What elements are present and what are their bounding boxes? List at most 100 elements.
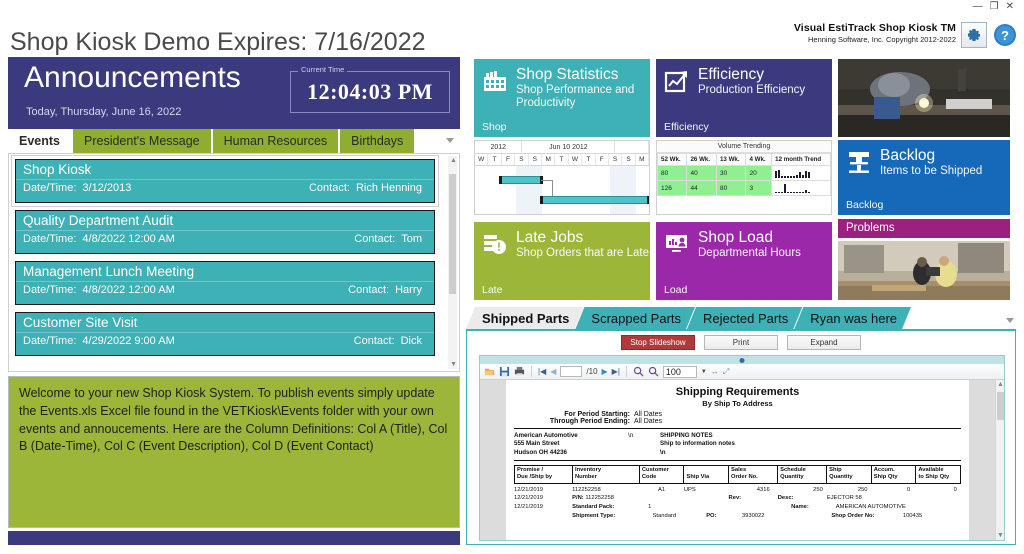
tile-backlog[interactable]: Backlog Items to be Shipped Backlog <box>838 140 1010 215</box>
zoom-out-icon[interactable] <box>648 366 659 377</box>
tab-shipped-parts[interactable]: Shipped Parts <box>466 307 583 329</box>
save-icon[interactable] <box>499 366 510 377</box>
zoom-in-icon[interactable] <box>633 366 644 377</box>
table-row: 80 40 30 20 <box>657 165 831 181</box>
period-start-label: For Period Starting: <box>564 411 630 418</box>
gantt-bar[interactable] <box>540 196 649 204</box>
previous-page-icon[interactable]: ◀ <box>550 367 556 376</box>
current-time-value: 12:04:03 PM <box>307 79 433 104</box>
report-subtitle: By Ship To Address <box>702 399 773 408</box>
vt-cell: 44 <box>686 180 717 196</box>
event-card[interactable]: Quality Department Audit Date/Time: 4/8/… <box>15 210 435 254</box>
minimize-icon[interactable]: — <box>973 2 987 12</box>
announcements-date: Today, Thursday, June 16, 2022 <box>26 106 182 118</box>
viewer-grip[interactable] <box>480 356 1004 364</box>
tab-ryan-was-here[interactable]: Ryan was here <box>794 307 911 329</box>
next-page-icon[interactable]: ▶ <box>602 367 608 376</box>
event-contact-value: Dick <box>400 335 422 347</box>
volume-trending-table: 52 Wk. 26 Wk. 13 Wk. 4 Wk. 12 month Tren… <box>657 153 831 196</box>
tab-presidents-message[interactable]: President's Message <box>73 129 211 153</box>
brand-title: Visual EstiTrack Shop Kiosk TM <box>793 22 956 34</box>
viewer-toolbar[interactable]: |◀ ◀ /10 ▶ ▶| 100 ▼ ↔ ⤢ <box>480 364 1004 380</box>
restore-icon[interactable]: ❐ <box>990 2 1003 12</box>
tab-human-resources[interactable]: Human Resources <box>212 129 339 153</box>
tile-late-jobs[interactable]: Late Jobs Shop Orders that are Late Late <box>474 222 650 300</box>
expand-button[interactable]: Expand <box>787 335 861 350</box>
event-card[interactable]: Shop Kiosk Date/Time: 3/12/2013 Contact:… <box>11 155 439 207</box>
page-scrollbar[interactable]: ▲ ▼ <box>995 380 1004 540</box>
fit-width-icon[interactable]: ↔ <box>711 367 719 376</box>
gantt-preview[interactable]: 2012 Jun 10 2012 W T F S S M T W T F S S <box>474 140 650 215</box>
event-date-label: Date/Time: <box>23 335 77 347</box>
event-title: Quality Department Audit <box>16 211 434 231</box>
page-number-input[interactable] <box>560 366 583 377</box>
tile-footer: Shop <box>482 121 507 133</box>
kiosk-window: — ❐ ✕ Visual EstiTrack Shop Kiosk TM Hen… <box>0 0 1024 554</box>
report-address-block: American Automotive 555 Main Street Huds… <box>514 432 961 457</box>
vt-col: 12 month Trend <box>771 153 831 166</box>
doc-tabs-overflow-icon[interactable] <box>1006 318 1014 323</box>
tile-efficiency[interactable]: Efficiency Production Efficiency Efficie… <box>656 59 832 137</box>
desc-value: EJECTOR 58 <box>826 495 862 502</box>
col-ship-via: Ship Via <box>683 465 730 484</box>
tab-rejected-parts[interactable]: Rejected Parts <box>687 307 802 329</box>
fit-page-icon[interactable]: ⤢ <box>723 367 729 377</box>
shipment-type-label: Shipment Type: <box>572 512 616 519</box>
events-scrollbar[interactable]: ▲ ▼ <box>448 156 457 369</box>
table-row: 12/21/2019 P/N: 112252258 Rev: Desc: EJE… <box>514 494 961 503</box>
tab-scrapped-parts[interactable]: Scrapped Parts <box>575 307 695 329</box>
print-icon[interactable] <box>514 366 525 377</box>
shipment-type-value: Standard <box>652 512 677 519</box>
document-tabs[interactable]: Shipped Parts Scrapped Parts Rejected Pa… <box>466 307 1016 329</box>
zoom-dropdown-icon[interactable]: ▼ <box>701 369 707 375</box>
scroll-up-icon[interactable]: ▲ <box>450 157 457 164</box>
gantt-day: M <box>636 154 649 165</box>
document-buttons[interactable]: Stop Slideshow Print Expand <box>467 335 1015 350</box>
page-scroll-down-icon[interactable]: ▼ <box>997 532 1004 539</box>
event-date-value: 3/12/2013 <box>82 182 132 194</box>
announcements-heading: Announcements <box>24 61 241 94</box>
vt-sparkline <box>771 165 831 181</box>
page-scroll-up-icon[interactable]: ▲ <box>997 381 1004 388</box>
zoom-level-input[interactable]: 100 <box>662 365 697 378</box>
close-icon[interactable]: ✕ <box>1006 2 1018 12</box>
stop-slideshow-button[interactable]: Stop Slideshow <box>621 335 695 350</box>
tile-grid: Shop Statistics Shop Performance and Pro… <box>466 52 1016 305</box>
notes-title: SHIPPING NOTES <box>660 432 713 439</box>
open-folder-icon[interactable] <box>484 366 495 377</box>
press-icon <box>846 150 872 179</box>
tile-shop-statistics[interactable]: Shop Statistics Shop Performance and Pro… <box>474 59 650 137</box>
announcements-header: Announcements Today, Thursday, June 16, … <box>8 57 460 129</box>
print-button[interactable]: Print <box>704 335 778 350</box>
announcement-tabs[interactable]: Events President's Message Human Resourc… <box>8 129 460 154</box>
tab-events[interactable]: Events <box>8 129 71 153</box>
grip-dot <box>739 358 745 363</box>
col-inventory-number: Inventory Number <box>571 465 640 484</box>
gantt-bar[interactable] <box>499 176 543 184</box>
tile-shop-load[interactable]: Shop Load Departmental Hours Load <box>656 222 832 300</box>
shop-order-label: Shop Order No: <box>831 512 875 519</box>
event-card[interactable]: Customer Site Visit Date/Time: 4/29/2022… <box>15 312 435 356</box>
window-controls[interactable]: — ❐ ✕ <box>973 2 1018 12</box>
page-scrollbar-thumb[interactable] <box>997 392 1004 420</box>
first-page-icon[interactable]: |◀ <box>538 367 546 376</box>
chart-up-icon <box>664 69 690 98</box>
report-title: Shipping Requirements <box>675 386 800 398</box>
page-left-gutter <box>480 380 506 540</box>
scroll-down-icon[interactable]: ▼ <box>450 361 457 368</box>
help-button[interactable]: ? <box>992 22 1018 48</box>
volume-trending-preview[interactable]: Volume Trending 52 Wk. 26 Wk. 13 Wk. 4 W… <box>656 140 832 215</box>
report-data-rows: 12/21/2019 112252258 A1 UPS 4316 250 250… <box>514 486 961 521</box>
settings-button[interactable] <box>961 22 987 48</box>
tile-problems[interactable]: Problems <box>838 219 1010 238</box>
scrollbar-thumb[interactable] <box>449 174 456 294</box>
event-contact-label: Contact: <box>354 233 396 245</box>
factory-icon <box>482 69 508 111</box>
events-list[interactable]: Shop Kiosk Date/Time: 3/12/2013 Contact:… <box>8 154 460 372</box>
event-card[interactable]: Management Lunch Meeting Date/Time: 4/8/… <box>15 261 435 305</box>
tab-birthdays[interactable]: Birthdays <box>340 129 415 153</box>
tile-title: Shop Load <box>698 229 773 246</box>
last-page-icon[interactable]: ▶| <box>612 367 620 376</box>
tabs-overflow-icon[interactable] <box>446 138 454 143</box>
event-contact-label: Contact: <box>308 182 350 194</box>
